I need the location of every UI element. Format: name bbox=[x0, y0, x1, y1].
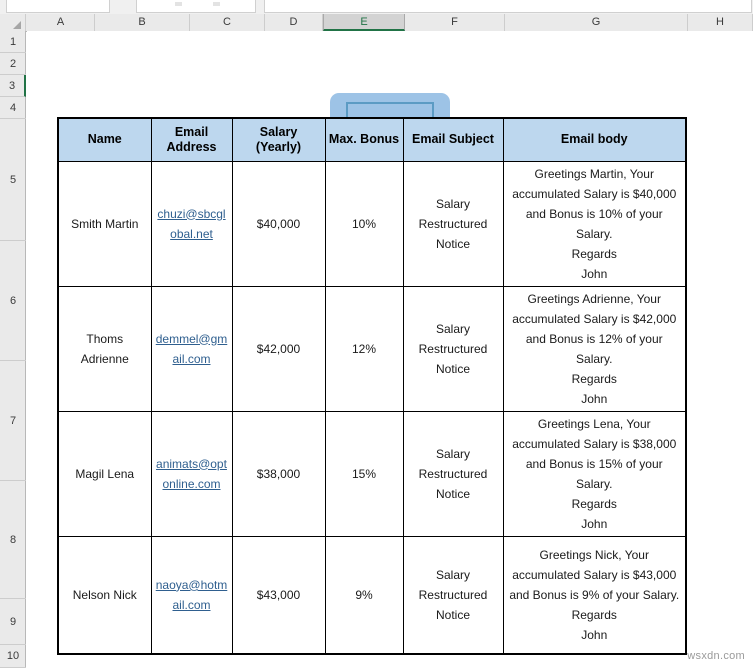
cell-email[interactable]: demmel@gmail.com bbox=[150, 285, 233, 412]
column-header-e[interactable]: E bbox=[323, 14, 405, 31]
spreadsheet-grid[interactable]: Name Email Address Salary (Yearly) Max. … bbox=[27, 31, 753, 668]
table-row: Smith Martin chuzi@sbcglobal.net $40,000… bbox=[57, 160, 687, 287]
table-row: Thoms Adrienne demmel@gmail.com $42,000 … bbox=[57, 285, 687, 412]
cell-body: Greetings Lena, Your accumulated Salary … bbox=[502, 410, 687, 537]
cell-subject: Salary Restructured Notice bbox=[402, 410, 504, 537]
cell-email[interactable]: animats@optonline.com bbox=[150, 410, 233, 537]
row-header-5[interactable]: 5 bbox=[0, 119, 26, 241]
cell-subject: Salary Restructured Notice bbox=[402, 535, 504, 655]
ribbon-group-box-1 bbox=[6, 0, 110, 13]
cell-subject: Salary Restructured Notice bbox=[402, 285, 504, 412]
ribbon-group-box-2 bbox=[136, 0, 256, 13]
table-header-row: Name Email Address Salary (Yearly) Max. … bbox=[57, 117, 687, 162]
row-header-bar: 1 2 3 4 5 6 7 8 9 10 bbox=[0, 31, 26, 668]
table-row: Nelson Nick naoya@hotmail.com $43,000 9%… bbox=[57, 535, 687, 655]
cell-body: Greetings Martin, Your accumulated Salar… bbox=[502, 160, 687, 287]
cell-email[interactable]: chuzi@sbcglobal.net bbox=[150, 160, 233, 287]
column-header-d[interactable]: D bbox=[265, 14, 323, 31]
column-header-b[interactable]: B bbox=[95, 14, 190, 31]
column-header-c[interactable]: C bbox=[190, 14, 265, 31]
cell-subject: Salary Restructured Notice bbox=[402, 160, 504, 287]
salary-email-table: Name Email Address Salary (Yearly) Max. … bbox=[57, 117, 687, 655]
row-header-7[interactable]: 7 bbox=[0, 361, 26, 481]
cell-body: Greetings Nick, Your accumulated Salary … bbox=[502, 535, 687, 655]
column-header-f[interactable]: F bbox=[405, 14, 505, 31]
email-link[interactable]: animats@optonline.com bbox=[156, 457, 227, 491]
column-header-email: Email Address bbox=[150, 117, 233, 162]
cell-bonus: 15% bbox=[324, 410, 404, 537]
row-header-6[interactable]: 6 bbox=[0, 241, 26, 361]
row-header-10[interactable]: 10 bbox=[0, 645, 26, 668]
cell-email[interactable]: naoya@hotmail.com bbox=[150, 535, 233, 655]
ribbon-tick-icon bbox=[213, 2, 220, 6]
cell-bonus: 12% bbox=[324, 285, 404, 412]
column-header-h[interactable]: H bbox=[688, 14, 753, 31]
row-header-3[interactable]: 3 bbox=[0, 75, 26, 97]
cell-name: Thoms Adrienne bbox=[57, 285, 152, 412]
email-link[interactable]: demmel@gmail.com bbox=[156, 332, 228, 366]
select-all-corner-button[interactable] bbox=[0, 14, 26, 31]
row-header-4[interactable]: 4 bbox=[0, 97, 26, 119]
table-body: Smith Martin chuzi@sbcglobal.net $40,000… bbox=[57, 160, 687, 655]
row-header-1[interactable]: 1 bbox=[0, 31, 26, 53]
column-header-a[interactable]: A bbox=[27, 14, 95, 31]
cell-bonus: 10% bbox=[324, 160, 404, 287]
cell-name: Nelson Nick bbox=[57, 535, 152, 655]
cell-salary: $38,000 bbox=[231, 410, 326, 537]
cell-salary: $42,000 bbox=[231, 285, 326, 412]
table-row: Magil Lena animats@optonline.com $38,000… bbox=[57, 410, 687, 537]
column-header-name: Name bbox=[57, 117, 152, 162]
row-header-8[interactable]: 8 bbox=[0, 481, 26, 599]
cell-name: Smith Martin bbox=[57, 160, 152, 287]
column-header-bar: ABCDEFGH bbox=[0, 14, 753, 32]
cell-body: Greetings Adrienne, Your accumulated Sal… bbox=[502, 285, 687, 412]
cell-salary: $43,000 bbox=[231, 535, 326, 655]
ribbon-strip bbox=[0, 0, 753, 15]
cell-bonus: 9% bbox=[324, 535, 404, 655]
cell-name: Magil Lena bbox=[57, 410, 152, 537]
select-all-triangle-icon bbox=[13, 21, 21, 29]
email-link[interactable]: naoya@hotmail.com bbox=[156, 578, 228, 612]
column-header-body: Email body bbox=[502, 117, 687, 162]
column-header-bonus: Max. Bonus bbox=[324, 117, 404, 162]
ribbon-group-box-3 bbox=[264, 0, 752, 13]
email-link[interactable]: chuzi@sbcglobal.net bbox=[157, 207, 225, 241]
watermark: wsxdn.com bbox=[687, 650, 745, 662]
column-header-subject: Email Subject bbox=[402, 117, 504, 162]
row-header-2[interactable]: 2 bbox=[0, 53, 26, 75]
column-header-g[interactable]: G bbox=[505, 14, 688, 31]
ribbon-tick-icon bbox=[175, 2, 182, 6]
row-header-9[interactable]: 9 bbox=[0, 599, 26, 645]
column-header-salary: Salary (Yearly) bbox=[231, 117, 326, 162]
cell-salary: $40,000 bbox=[231, 160, 326, 287]
